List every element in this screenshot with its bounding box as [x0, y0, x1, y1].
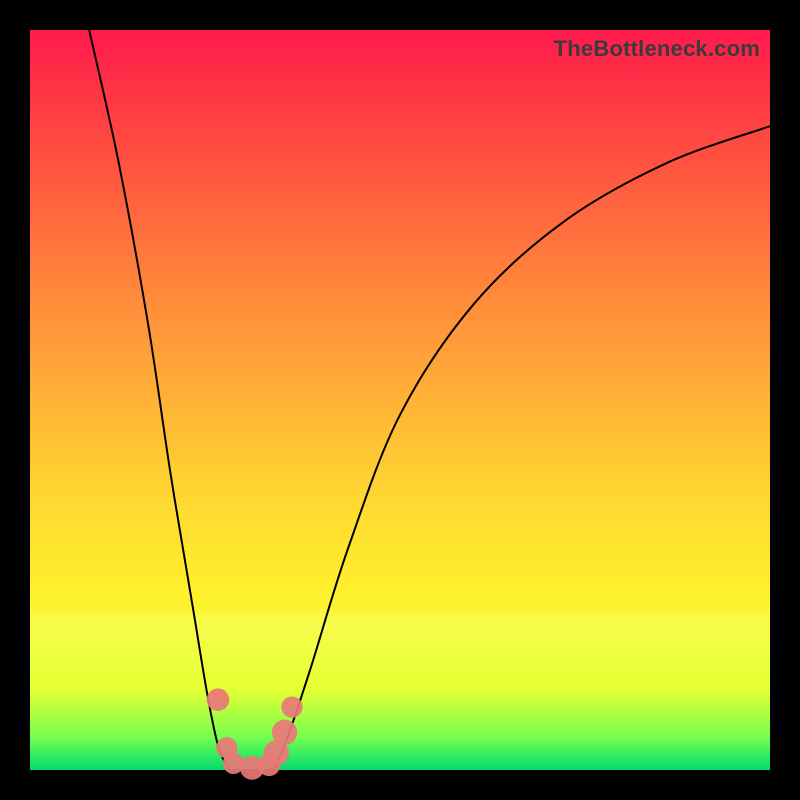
curve-segment [274, 126, 770, 770]
data-point [281, 696, 302, 717]
plot-area: TheBottleneck.com [30, 30, 770, 770]
data-markers [207, 688, 303, 779]
data-point [207, 688, 230, 711]
attribution-watermark: TheBottleneck.com [554, 36, 760, 62]
curve-segment [89, 30, 230, 770]
bottleneck-curve [89, 30, 770, 770]
data-point [272, 720, 297, 745]
curve-layer [30, 30, 770, 770]
